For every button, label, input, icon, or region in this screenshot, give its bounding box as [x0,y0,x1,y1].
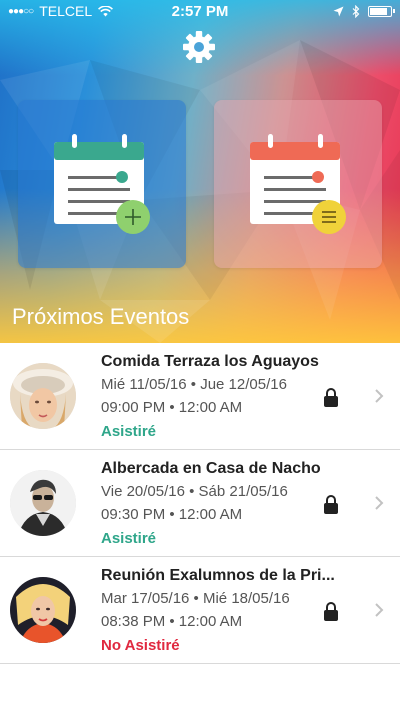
battery-icon [368,5,395,17]
event-row[interactable]: Reunión Exalumnos de la Pri... Mar 17/05… [0,557,400,664]
add-event-card[interactable] [18,100,186,268]
battery-level [370,7,388,15]
event-status: Asistiré [101,530,157,547]
event-status: No Asistiré [101,637,180,654]
event-row[interactable]: Comida Terraza los Aguayos Mié 11/05/16 … [0,343,400,450]
avatar [10,363,76,429]
lock-icon [324,388,338,407]
avatar [10,577,76,643]
event-dates: Vie 20/05/16 • Sáb 21/05/16 [101,483,288,500]
event-times: 08:38 PM • 12:00 AM [101,613,243,630]
event-row[interactable]: Albercada en Casa de Nacho Vie 20/05/16 … [0,450,400,557]
chevron-right-icon[interactable] [373,602,385,618]
event-title: Albercada en Casa de Nacho [101,460,321,477]
event-status: Asistiré [101,423,157,440]
event-title: Reunión Exalumnos de la Pri... [101,567,335,584]
settings-button[interactable] [182,30,216,64]
avatar [10,470,76,536]
status-bar: ●●●○○ TELCEL 2:57 PM [0,0,400,22]
section-title: Próximos Eventos [12,304,190,329]
event-list-card[interactable] [214,100,382,268]
gear-icon [183,31,215,63]
event-times: 09:30 PM • 12:00 AM [101,506,243,523]
lock-icon [324,495,338,514]
chevron-right-icon[interactable] [373,388,385,404]
status-time: 2:57 PM [171,2,229,20]
lock-icon [324,602,338,621]
calendar-list-icon [250,134,346,234]
chevron-right-icon[interactable] [373,495,385,511]
event-dates: Mié 11/05/16 • Jue 12/05/16 [101,376,287,393]
event-list: Comida Terraza los Aguayos Mié 11/05/16 … [0,343,400,664]
event-dates: Mar 17/05/16 • Mié 18/05/16 [101,590,290,607]
event-times: 09:00 PM • 12:00 AM [101,399,243,416]
calendar-add-icon [54,134,150,234]
event-title: Comida Terraza los Aguayos [101,353,319,370]
